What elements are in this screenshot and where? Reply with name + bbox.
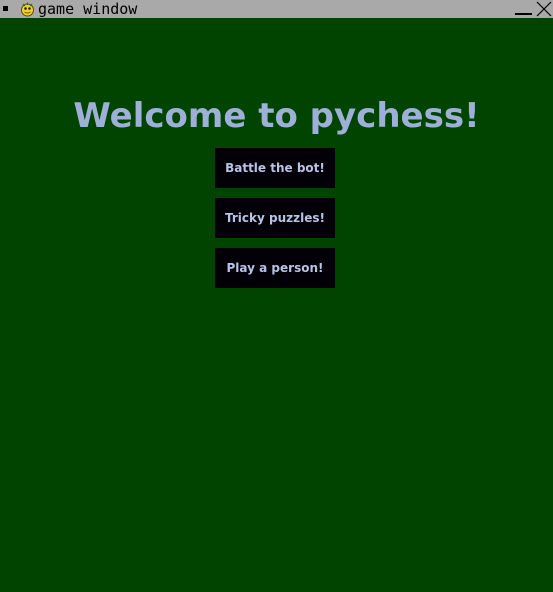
- window-title: game window: [38, 0, 138, 18]
- pygame-snake-icon: [19, 1, 36, 17]
- welcome-heading: Welcome to pychess!: [73, 96, 480, 136]
- title-bar[interactable]: game window: [0, 0, 553, 18]
- game-window: game window Welcome to pychess! Battle t…: [0, 0, 553, 592]
- minimize-icon[interactable]: [515, 3, 533, 16]
- play-person-button[interactable]: Play a person!: [215, 248, 335, 288]
- window-menu-icon[interactable]: [3, 6, 8, 11]
- tricky-puzzles-button[interactable]: Tricky puzzles!: [215, 198, 335, 238]
- close-icon[interactable]: [536, 1, 552, 17]
- battle-bot-button[interactable]: Battle the bot!: [215, 148, 335, 188]
- game-canvas: Welcome to pychess! Battle the bot! Tric…: [0, 18, 553, 592]
